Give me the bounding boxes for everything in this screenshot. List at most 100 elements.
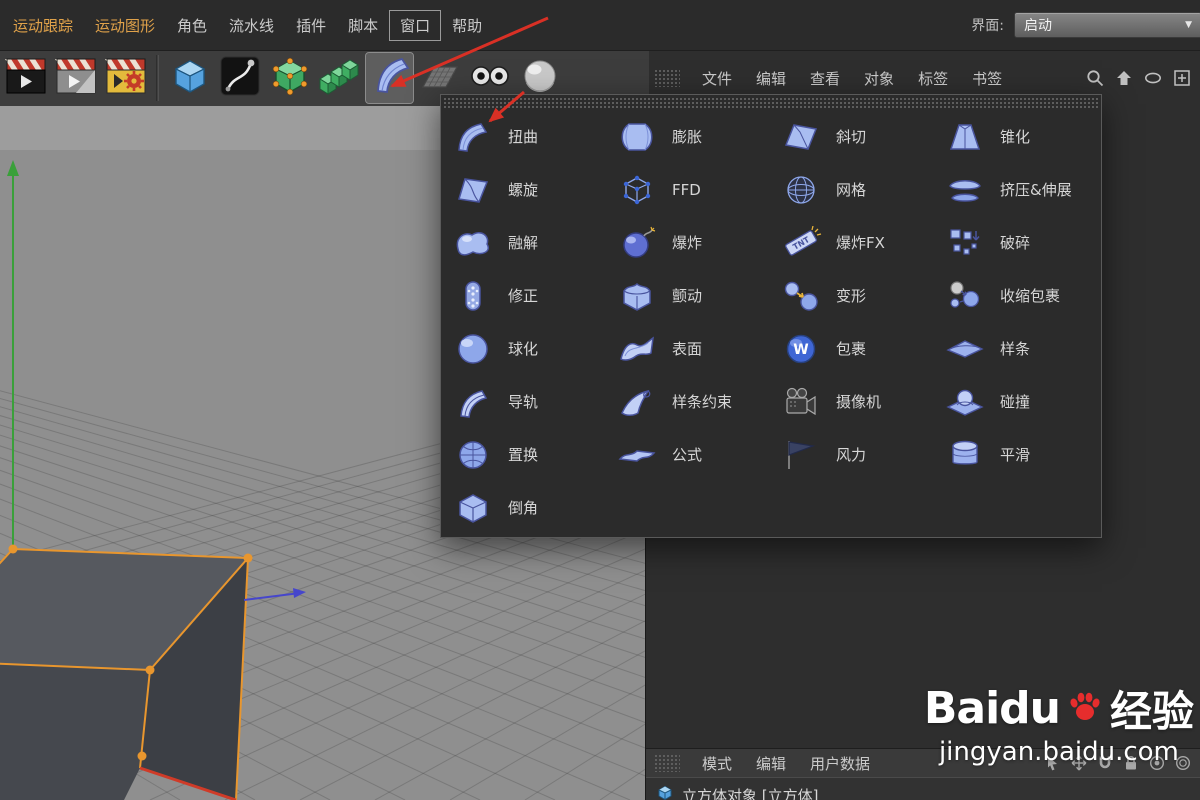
oval-icon[interactable] [1142,67,1164,89]
deformer-item-bend[interactable]: 扭曲 [443,110,607,163]
points-mode-button[interactable] [266,53,313,103]
green-cube-icon [268,54,312,102]
motion-clip-button[interactable] [2,53,49,103]
search-icon[interactable] [1084,67,1106,89]
menubar-item-motion-tracker[interactable]: 运动跟踪 [2,10,84,41]
deformer-grid: 扭曲 螺旋融解修正球化 导轨置换倒角 膨胀 FFD 爆炸颤动 表面 样条约束 公式 斜切网格 TNT… [441,109,1101,534]
menubar-item-plugins[interactable]: 插件 [285,10,337,41]
motion-solver-button[interactable] [102,53,149,103]
deformer-item-label: 修正 [508,287,539,305]
shrink-wrap-icon [943,279,987,313]
deformer-item-label: 斜切 [836,128,867,146]
deformer-item-label: 破碎 [1000,234,1031,252]
baidu-watermark: Baidu 经验 jingyan.baidu.com [924,678,1194,767]
deformer-item-label: 爆炸FX [836,234,885,252]
deformer-item-label: 倒角 [508,499,539,517]
interface-label: 界面: [971,18,1004,34]
deformer-item-displacer[interactable]: 置换 [443,428,607,481]
interface-value: 启动 [1024,18,1052,34]
bulge-icon [615,120,659,154]
interface-selector: 界面: 启动 ▼ [971,12,1200,38]
deformer-item-wind[interactable]: 风力 [771,428,935,481]
deformer-item-ffd[interactable]: FFD [607,163,771,216]
motion-take-button[interactable] [52,53,99,103]
deformer-item-label: 爆炸 [672,234,703,252]
pen-tool-button[interactable] [216,53,263,103]
deformer-item-formula[interactable]: 公式 [607,428,771,481]
deformer-item-label: 包裹 [836,340,867,358]
deformer-item-bevel[interactable]: 倒角 [443,481,607,534]
object-menu-tags[interactable]: 标签 [906,64,960,93]
attr-menu-user-data[interactable]: 用户数据 [798,749,882,778]
spherify-icon [451,332,495,366]
menubar-item-pipeline[interactable]: 流水线 [218,10,285,41]
green-stack-icon [318,54,362,102]
menu-drag-strip[interactable] [443,97,1099,109]
attribute-object-row[interactable]: 立方体对象 [立方体] [646,777,1200,800]
squash-stretch-icon [943,173,987,207]
attribute-manager-menu: 模式 编辑 用户数据 [690,749,882,778]
deformer-item-squash-stretch[interactable]: 挤压&伸展 [935,163,1099,216]
deformer-item-surface[interactable]: 表面 [607,322,771,375]
deformer-item-twist[interactable]: 螺旋 [443,163,607,216]
deformer-item-label: 锥化 [1000,128,1031,146]
bevel-icon [451,491,495,525]
deformer-item-label: 摄像机 [836,393,882,411]
home-icon[interactable] [1113,67,1135,89]
attr-menu-mode[interactable]: 模式 [690,749,744,778]
spline-rail-icon [451,385,495,419]
deformer-item-taper[interactable]: 锥化 [935,110,1099,163]
object-menu-bookmarks[interactable]: 书签 [960,64,1014,93]
deformer-item-morph[interactable]: 变形 [771,269,935,322]
menubar-item-window[interactable]: 窗口 [389,9,442,41]
deformer-item-camera[interactable]: 摄像机 [771,375,935,428]
cube-object-icon [656,784,674,800]
deformer-item-label: 置换 [508,446,539,464]
deformer-item-melt[interactable]: 融解 [443,216,607,269]
deformer-item-mesh[interactable]: 网格 [771,163,935,216]
deformer-item-shrink-wrap[interactable]: 收缩包裹 [935,269,1099,322]
attr-panel-drag-handle[interactable] [654,754,680,772]
deformer-item-label: 样条 [1000,340,1031,358]
menubar-item-script[interactable]: 脚本 [337,10,389,41]
deformer-item-jiggle[interactable]: 颤动 [607,269,771,322]
deformer-item-shatter[interactable]: 破碎 [935,216,1099,269]
clapper-dark-icon [4,54,48,102]
array-tool-button[interactable] [316,53,363,103]
object-menu-file[interactable]: 文件 [690,64,744,93]
object-menu-edit[interactable]: 编辑 [744,64,798,93]
addbox-icon[interactable] [1171,67,1193,89]
twist-icon [451,173,495,207]
menubar-item-character[interactable]: 角色 [166,10,218,41]
make-editable-button[interactable] [166,53,213,103]
deformer-item-collision[interactable]: 碰撞 [935,375,1099,428]
deformer-item-smoothing[interactable]: 平滑 [935,428,1099,481]
melt-icon [451,226,495,260]
object-manager-menu: 文件 编辑 查看 对象 标签 书签 [690,64,1014,93]
deformer-item-spline[interactable]: 样条 [935,322,1099,375]
interface-dropdown[interactable]: 启动 ▼ [1014,12,1200,38]
deformer-item-wrap[interactable]: W 包裹 [771,322,935,375]
watermark-url: jingyan.baidu.com [938,737,1179,767]
deformer-item-label: 挤压&伸展 [1000,181,1072,199]
taper-icon [943,120,987,154]
object-menu-view[interactable]: 查看 [798,64,852,93]
deformer-item-explosion[interactable]: 爆炸 [607,216,771,269]
deformer-item-correction[interactable]: 修正 [443,269,607,322]
deformer-item-spherify[interactable]: 球化 [443,322,607,375]
attr-menu-edit[interactable]: 编辑 [744,749,798,778]
deformer-item-bulge[interactable]: 膨胀 [607,110,771,163]
deformer-palette-button[interactable] [365,52,414,104]
deformer-item-explosion-fx[interactable]: TNT 爆炸FX [771,216,935,269]
panel-drag-handle[interactable] [654,69,680,87]
object-manager-menubar: 文件 编辑 查看 对象 标签 书签 [646,62,1200,94]
smoothing-icon [943,438,987,472]
deformer-item-spline-rail[interactable]: 导轨 [443,375,607,428]
deformer-item-spline-constraint[interactable]: 样条约束 [607,375,771,428]
object-menu-objects[interactable]: 对象 [852,64,906,93]
wind-icon [779,438,823,472]
deformer-item-label: 融解 [508,234,539,252]
menubar-item-help[interactable]: 帮助 [441,10,493,41]
deformer-item-shear[interactable]: 斜切 [771,110,935,163]
menubar-item-mograph[interactable]: 运动图形 [84,10,166,41]
